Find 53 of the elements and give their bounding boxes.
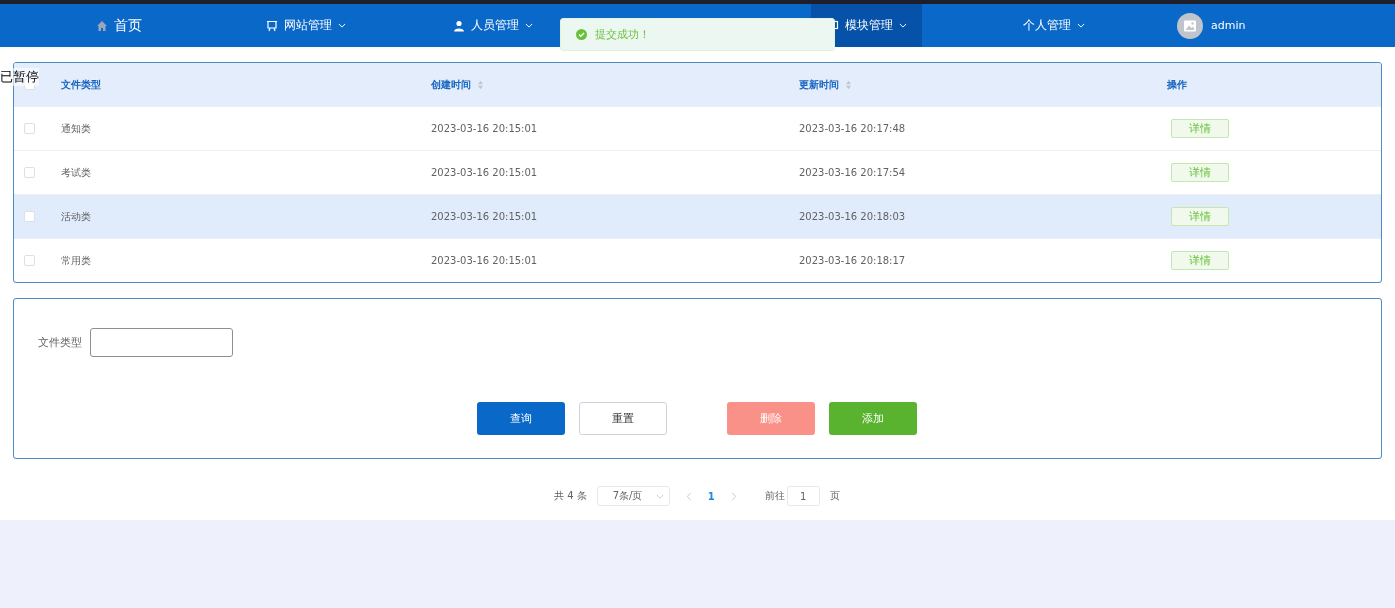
avatar-icon[interactable]: [1177, 12, 1203, 39]
user-name[interactable]: admin: [1211, 19, 1246, 32]
column-header: 更新时间: [799, 77, 839, 92]
nav-item[interactable]: 个人管理: [998, 4, 1109, 47]
table-cell: 2023-03-16 20:17:48: [799, 123, 906, 134]
caret-icon: [337, 23, 346, 28]
table-cell: 活动类: [61, 209, 91, 224]
table-cell: 常用类: [61, 253, 91, 268]
nav-item[interactable]: 网站管理: [250, 4, 361, 47]
page-size-select[interactable]: 7条/页: [596, 486, 670, 506]
toast-message: 提交成功！: [595, 27, 650, 42]
table-cell: 通知类: [61, 121, 91, 136]
sort-icon[interactable]: [845, 79, 852, 90]
next-page-icon[interactable]: [730, 491, 737, 501]
row-checkbox[interactable]: [24, 167, 35, 178]
column-header: 操作: [1167, 77, 1187, 92]
field-label: 文件类型: [38, 335, 82, 350]
user-icon: [452, 19, 465, 32]
column-header: 文件类型: [61, 77, 101, 92]
table-row[interactable]: 常用类 2023-03-16 20:15:01 2023-03-16 20:18:17 详情: [14, 238, 1381, 282]
table-cell: 2023-03-16 20:15:01: [431, 255, 538, 266]
nav-item[interactable]: 首页: [63, 4, 174, 47]
caret-icon: [655, 493, 664, 499]
check-circle-icon: [576, 29, 587, 40]
table-cell: 2023-03-16 20:18:03: [799, 211, 906, 222]
goto-label: 前往: [764, 489, 785, 503]
row-checkbox[interactable]: [24, 211, 35, 222]
table-cell: 考试类: [61, 165, 91, 180]
table-row[interactable]: 通知类 2023-03-16 20:15:01 2023-03-16 20:17:48 详情: [14, 106, 1381, 150]
table-cell: 2023-03-16 20:15:01: [431, 123, 538, 134]
home-icon: [95, 19, 108, 32]
total-count: 共 4 条: [554, 489, 587, 503]
page-suffix: 页: [829, 489, 840, 503]
sort-icon[interactable]: [477, 79, 484, 90]
row-checkbox[interactable]: [24, 123, 35, 134]
file-type-field[interactable]: [90, 328, 233, 357]
reset-button[interactable]: 重置: [579, 402, 667, 435]
search-button[interactable]: 查询: [477, 402, 565, 435]
board-icon: [265, 19, 278, 32]
page-jump-field[interactable]: 1: [786, 486, 820, 506]
table-cell: 2023-03-16 20:18:17: [799, 255, 906, 266]
table-cell: 2023-03-16 20:15:01: [431, 167, 538, 178]
column-header: 创建时间: [431, 77, 471, 92]
table-cell: 2023-03-16 20:17:54: [799, 167, 906, 178]
row-checkbox[interactable]: [24, 255, 35, 266]
table-cell: 2023-03-16 20:15:01: [431, 211, 538, 222]
table-row[interactable]: 活动类 2023-03-16 20:15:01 2023-03-16 20:18:03 详情: [14, 194, 1381, 238]
caret-icon: [524, 23, 533, 28]
page-number[interactable]: 1: [707, 490, 715, 502]
caret-icon: [898, 23, 907, 28]
caret-icon: [1076, 23, 1085, 28]
nav-item[interactable]: 人员管理: [437, 4, 548, 47]
prev-page-icon[interactable]: [685, 491, 692, 501]
